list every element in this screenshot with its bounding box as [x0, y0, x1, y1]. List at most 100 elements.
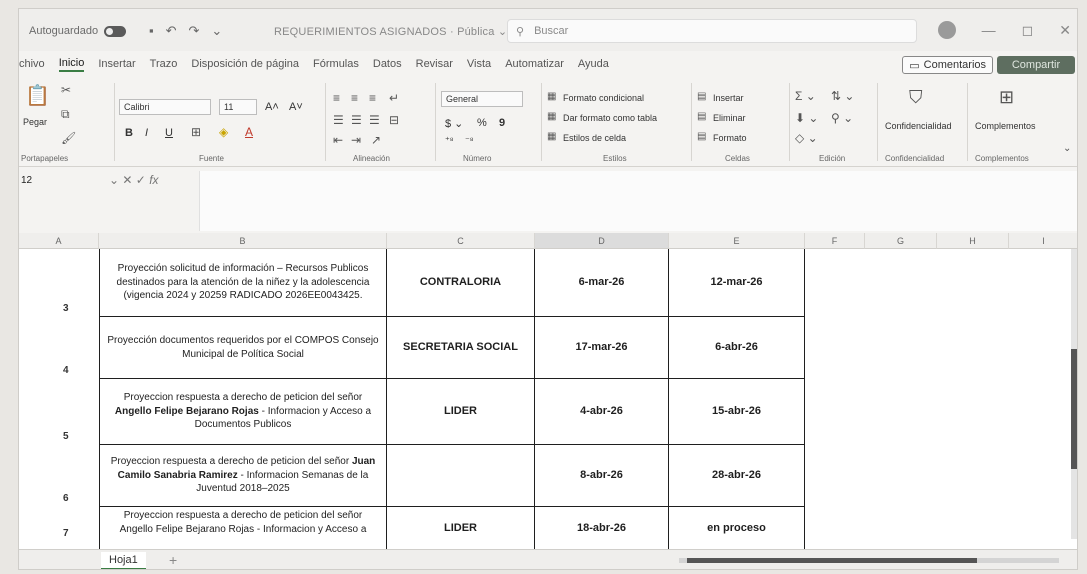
autosave-toggle[interactable] — [104, 25, 127, 37]
customize-qat-icon[interactable]: ⌄ — [211, 23, 222, 39]
function-icon[interactable]: fx — [149, 173, 158, 187]
copy-icon[interactable]: ⧉ — [61, 107, 70, 122]
format-cells-button[interactable]: Formato — [713, 133, 747, 143]
clear-icon[interactable]: ◇ ⌄ — [795, 131, 818, 145]
column-header-g[interactable]: G — [865, 233, 937, 249]
table-cell-description[interactable]: Proyección solicitud de información – Re… — [99, 249, 387, 317]
row-header[interactable]: 7 — [19, 507, 99, 549]
align-middle-icon[interactable]: ≡ — [351, 91, 358, 105]
table-cell-end-date[interactable]: 6-abr-26 — [669, 317, 805, 379]
currency-icon[interactable]: $ ⌄ — [445, 117, 463, 130]
name-box[interactable]: 12 — [21, 175, 32, 186]
minimize-icon[interactable]: — — [982, 22, 996, 38]
close-icon[interactable]: ✕ — [1059, 22, 1071, 39]
insert-cells-button[interactable]: Insertar — [713, 93, 744, 103]
addins-icon[interactable]: ⊞ — [999, 87, 1014, 108]
font-size-select[interactable]: 11 — [219, 99, 257, 115]
column-header-d[interactable]: D — [535, 233, 669, 249]
column-header-c[interactable]: C — [387, 233, 535, 249]
cell-styles-button[interactable]: Estilos de celda — [563, 133, 626, 143]
table-cell-entity[interactable]: SECRETARIA SOCIAL — [387, 317, 535, 379]
borders-icon[interactable]: ⊞ — [191, 125, 201, 139]
cancel-icon[interactable]: ✕ — [122, 173, 135, 187]
bold-button[interactable]: B — [125, 127, 133, 139]
decrease-indent-icon[interactable]: ⇤ — [333, 133, 343, 147]
underline-button[interactable]: U — [165, 127, 173, 139]
chevron-down-icon[interactable]: ⌄ — [109, 173, 119, 187]
save-icon[interactable]: ▪ — [149, 23, 154, 39]
restore-icon[interactable]: ◻ — [1022, 22, 1034, 39]
column-header-b[interactable]: B — [99, 233, 387, 249]
menu-item-revisar[interactable]: Revisar — [416, 58, 453, 70]
table-cell-start-date[interactable]: 6-mar-26 — [535, 249, 669, 317]
row-header[interactable]: 5 — [19, 379, 99, 445]
sort-filter-icon[interactable]: ⇅ ⌄ — [831, 89, 854, 103]
menu-item-archivo[interactable]: chivo — [19, 58, 45, 70]
table-cell-entity[interactable] — [387, 445, 535, 507]
search-box[interactable]: ⚲ Buscar — [507, 19, 917, 43]
sensitivity-icon[interactable]: ⛉ — [909, 87, 923, 108]
table-cell-start-date[interactable]: 4-abr-26 — [535, 379, 669, 445]
delete-cells-button[interactable]: Eliminar — [713, 113, 746, 123]
table-cell-description[interactable]: Proyeccion respuesta a derecho de petici… — [99, 379, 387, 445]
horizontal-scrollbar[interactable] — [679, 558, 1059, 563]
vertical-scrollbar[interactable] — [1071, 249, 1077, 539]
share-button[interactable]: Compartir — [997, 56, 1075, 74]
orientation-icon[interactable]: ↗ — [371, 133, 381, 147]
document-title-area[interactable]: REQUERIMIENTOS ASIGNADOS · Pública ⌄ — [274, 25, 507, 38]
cut-icon[interactable]: ✂ — [61, 83, 71, 97]
italic-button[interactable]: I — [145, 127, 148, 139]
sensitivity-button[interactable]: Confidencialidad — [885, 121, 952, 131]
shrink-font-icon[interactable]: A˅ — [289, 101, 303, 113]
table-cell-start-date[interactable]: 8-abr-26 — [535, 445, 669, 507]
table-cell-end-date[interactable]: 15-abr-26 — [669, 379, 805, 445]
menu-item-insertar[interactable]: Insertar — [98, 58, 135, 70]
sheet-tab-hoja1[interactable]: Hoja1 — [101, 552, 146, 569]
column-header-e[interactable]: E — [669, 233, 805, 249]
column-header-i[interactable]: I — [1009, 233, 1077, 249]
increase-decimal-icon[interactable]: ⁺⁸ — [445, 135, 454, 146]
decrease-decimal-icon[interactable]: ⁻⁸ — [465, 135, 474, 146]
menu-item-vista[interactable]: Vista — [467, 58, 491, 70]
column-header-f[interactable]: F — [805, 233, 865, 249]
addins-button[interactable]: Complementos — [975, 121, 1036, 131]
table-cell-start-date[interactable]: 17-mar-26 — [535, 317, 669, 379]
menu-item-ayuda[interactable]: Ayuda — [578, 58, 609, 70]
font-name-select[interactable]: Calibri — [119, 99, 211, 115]
formula-input[interactable] — [199, 171, 1077, 231]
vertical-scroll-thumb[interactable] — [1071, 349, 1077, 469]
add-sheet-button[interactable]: + — [169, 552, 177, 568]
comments-button[interactable]: ▭ Comentarios — [902, 56, 993, 74]
align-left-icon[interactable]: ☰ — [333, 113, 344, 127]
comma-style-icon[interactable]: 9 — [499, 117, 505, 129]
conditional-format-button[interactable]: Formato condicional — [563, 93, 644, 103]
column-header-a[interactable]: A — [19, 233, 99, 249]
column-header-h[interactable]: H — [937, 233, 1009, 249]
merge-center-icon[interactable]: ⊟ — [389, 113, 399, 127]
align-center-icon[interactable]: ☰ — [351, 113, 362, 127]
autosum-icon[interactable]: Σ ⌄ — [795, 89, 816, 103]
redo-icon[interactable]: ↷ — [189, 23, 200, 39]
font-color-icon[interactable]: A — [245, 125, 253, 139]
undo-icon[interactable]: ↶ — [166, 23, 177, 39]
horizontal-scroll-thumb[interactable] — [687, 558, 977, 563]
autosave-control[interactable]: Autoguardado — [29, 25, 127, 37]
table-cell-entity[interactable]: CONTRALORIA — [387, 249, 535, 317]
enter-icon[interactable]: ✓ — [136, 173, 149, 187]
menu-item-datos[interactable]: Datos — [373, 58, 402, 70]
percent-icon[interactable]: % — [477, 117, 487, 129]
format-as-table-button[interactable]: Dar formato como tabla — [563, 113, 657, 123]
collapse-ribbon-icon[interactable]: ⌄ — [1063, 143, 1071, 154]
paste-icon[interactable]: 📋 — [25, 83, 50, 108]
number-format-select[interactable]: General — [441, 91, 523, 107]
increase-indent-icon[interactable]: ⇥ — [351, 133, 361, 147]
wrap-text-icon[interactable]: ↵ — [389, 91, 399, 105]
align-top-icon[interactable]: ≡ — [333, 91, 340, 105]
fill-icon[interactable]: ⬇ ⌄ — [795, 111, 818, 125]
paste-label[interactable]: Pegar — [23, 117, 47, 127]
menu-item-inicio[interactable]: Inicio — [58, 57, 85, 72]
table-cell-description[interactable]: Proyección documentos requeridos por el … — [99, 317, 387, 379]
format-painter-icon[interactable]: 🖌 — [61, 131, 76, 145]
menu-item-trazo[interactable]: Trazo — [150, 58, 178, 70]
row-header[interactable]: 3 — [19, 249, 99, 317]
